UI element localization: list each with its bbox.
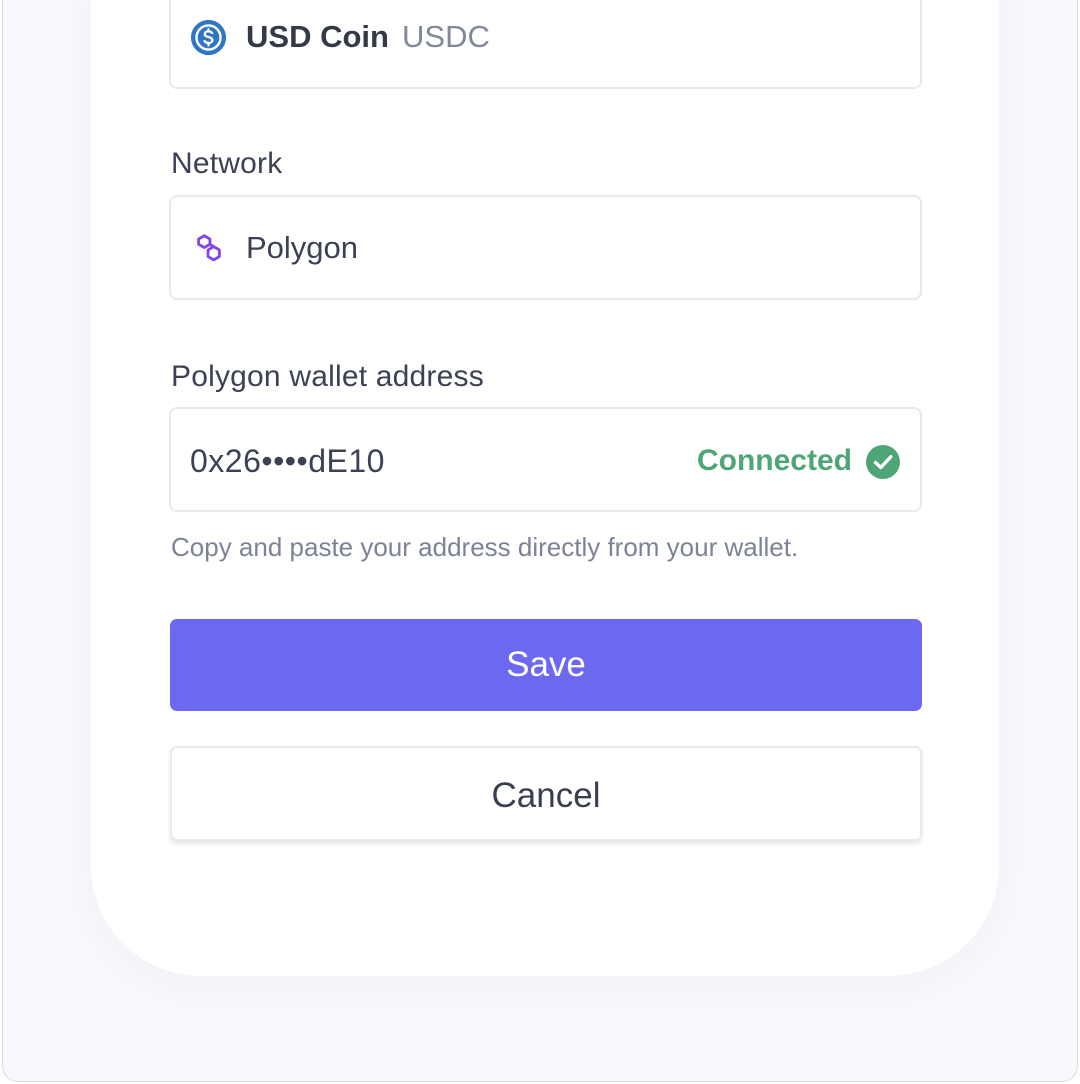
- connection-status: Connected: [696, 444, 852, 477]
- save-button[interactable]: Save: [170, 619, 922, 711]
- cancel-button[interactable]: Cancel: [170, 746, 922, 841]
- currency-select[interactable]: USD Coin USDC: [169, 0, 922, 89]
- network-value: Polygon: [246, 230, 359, 265]
- network-label: Network: [171, 147, 283, 180]
- usdc-coin-icon: [190, 19, 227, 56]
- wallet-address-hint: Copy and paste your address directly fro…: [171, 532, 799, 562]
- network-select[interactable]: Polygon: [169, 195, 922, 300]
- currency-name: USD Coin: [246, 19, 389, 54]
- wallet-address-value: 0x26••••dE10: [190, 443, 385, 479]
- wallet-address-field[interactable]: 0x26••••dE10 Connected: [169, 407, 922, 512]
- wallet-address-label: Polygon wallet address: [171, 360, 484, 393]
- currency-ticker: USDC: [402, 19, 490, 54]
- check-circle-icon: [866, 445, 900, 479]
- page-frame: USD Coin USDC Network Polygon Polygon wa…: [2, 0, 1078, 1082]
- polygon-icon: [197, 234, 221, 262]
